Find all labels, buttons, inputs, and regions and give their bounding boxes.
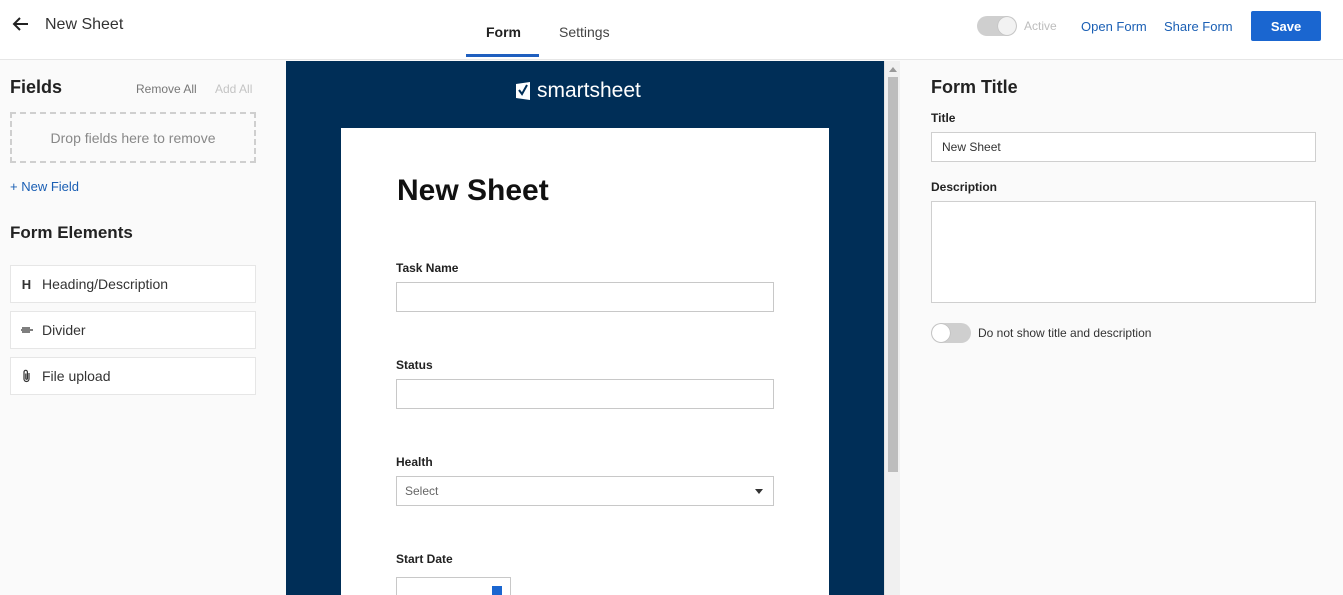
form-title-heading: Form Title bbox=[931, 77, 1018, 97]
description-label: Description bbox=[931, 180, 998, 194]
hide-title-toggle[interactable] bbox=[931, 323, 971, 343]
toggle-knob bbox=[998, 17, 1016, 35]
element-heading-description[interactable]: H Heading/Description bbox=[10, 265, 256, 303]
element-file-upload[interactable]: File upload bbox=[10, 357, 256, 395]
smartsheet-logo: smartsheet bbox=[516, 79, 641, 103]
active-toggle[interactable] bbox=[977, 16, 1017, 36]
active-label: Active bbox=[1024, 19, 1057, 33]
element-label: File upload bbox=[42, 368, 111, 384]
back-arrow-icon[interactable] bbox=[10, 13, 32, 35]
title-label: Title bbox=[931, 111, 956, 125]
remove-all-link[interactable]: Remove All bbox=[136, 82, 197, 96]
preview-scrollbar[interactable] bbox=[884, 61, 900, 595]
open-form-link[interactable]: Open Form bbox=[1081, 19, 1147, 34]
new-field-link[interactable]: + New Field bbox=[10, 179, 79, 194]
active-tab-indicator bbox=[466, 54, 539, 57]
health-select[interactable]: Select bbox=[396, 476, 774, 506]
form-card: New Sheet Task Name Status Health Select… bbox=[341, 128, 829, 595]
health-select-value: Select bbox=[405, 484, 439, 498]
field-label-health: Health bbox=[396, 455, 433, 469]
status-input[interactable] bbox=[396, 379, 774, 409]
heading-icon: H bbox=[21, 276, 32, 292]
smartsheet-mark-icon bbox=[516, 82, 530, 100]
top-bar: New Sheet Form Settings Active Open Form… bbox=[0, 0, 1343, 60]
start-date-input[interactable] bbox=[396, 577, 511, 595]
task-name-input[interactable] bbox=[396, 282, 774, 312]
field-label-start-date: Start Date bbox=[396, 552, 453, 566]
add-all-link[interactable]: Add All bbox=[215, 82, 252, 96]
save-button[interactable]: Save bbox=[1251, 11, 1321, 41]
drop-zone[interactable]: Drop fields here to remove bbox=[10, 112, 256, 163]
element-label: Divider bbox=[42, 322, 86, 338]
toggle-knob bbox=[932, 324, 950, 342]
divider-icon bbox=[11, 325, 42, 335]
drop-zone-label: Drop fields here to remove bbox=[50, 129, 216, 146]
scrollbar-thumb[interactable] bbox=[888, 77, 898, 472]
fields-heading: Fields bbox=[10, 77, 63, 97]
sheet-title: New Sheet bbox=[45, 16, 124, 33]
paperclip-icon bbox=[11, 369, 42, 383]
description-textarea[interactable] bbox=[931, 201, 1316, 303]
hide-title-label: Do not show title and description bbox=[978, 326, 1152, 340]
element-label: Heading/Description bbox=[42, 276, 169, 292]
field-label-task-name: Task Name bbox=[396, 261, 459, 275]
scroll-up-icon[interactable] bbox=[889, 67, 897, 72]
calendar-icon[interactable] bbox=[492, 586, 502, 595]
title-input[interactable] bbox=[931, 132, 1316, 162]
chevron-down-icon bbox=[755, 489, 763, 494]
properties-panel: Form Title Title Description Do not show… bbox=[900, 61, 1343, 595]
form-title[interactable]: New Sheet bbox=[397, 174, 549, 208]
tab-form[interactable]: Form bbox=[486, 24, 521, 40]
share-form-link[interactable]: Share Form bbox=[1164, 19, 1233, 34]
element-divider[interactable]: Divider bbox=[10, 311, 256, 349]
form-elements-heading: Form Elements bbox=[10, 223, 133, 242]
form-preview: smartsheet New Sheet Task Name Status He… bbox=[286, 61, 884, 595]
fields-panel: Fields Remove All Add All Drop fields he… bbox=[0, 61, 286, 595]
field-label-status: Status bbox=[396, 358, 433, 372]
brand-name: smartsheet bbox=[537, 79, 641, 102]
tab-settings[interactable]: Settings bbox=[559, 24, 610, 40]
